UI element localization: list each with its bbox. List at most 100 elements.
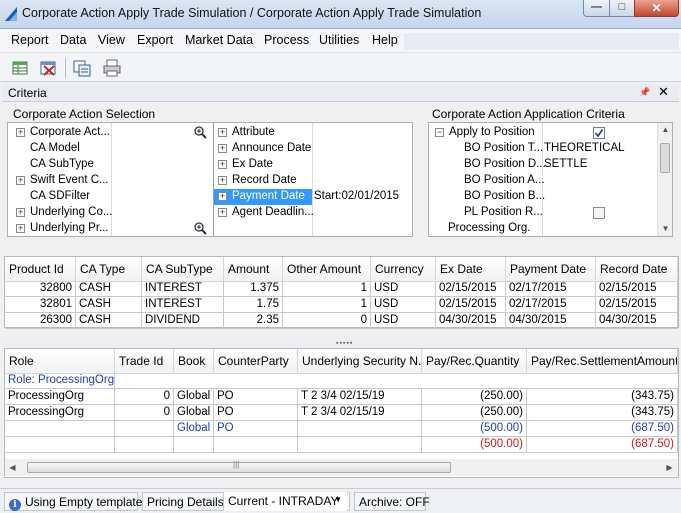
table-cell[interactable]: INTEREST [142,297,224,313]
menu-utilities[interactable]: Utilities [319,33,359,47]
ca-row-swift-event[interactable]: + Swift Event C... [8,173,213,189]
chevron-down-icon[interactable]: ▼ [334,495,342,504]
table-cell[interactable]: USD [371,281,436,297]
col-header[interactable]: CounterParty [214,349,298,374]
app-row-bo-position-type[interactable]: BO Position T... THEORETICAL [429,141,654,157]
app-row-apply-to-position[interactable]: − Apply to Position [429,125,654,141]
ca-row-ca-sdfilter[interactable]: CA SDFilter [8,189,213,205]
ca-row-ca-model[interactable]: CA Model [8,141,213,157]
load-template-icon[interactable] [10,58,30,78]
table-cell[interactable]: CASH [76,281,142,297]
table-cell[interactable]: 02/15/2015 [596,281,678,297]
table-cell[interactable]: 2.35 [224,313,283,329]
print-icon[interactable] [102,58,122,78]
table-cell[interactable]: T 2 3/4 02/15/19 [298,389,422,405]
scroll-down-icon[interactable]: ▼ [658,222,673,236]
table-cell[interactable]: 0 [115,389,174,405]
apply-to-position-checkbox[interactable] [593,127,605,139]
expand-icon[interactable]: + [218,176,227,185]
table-cell[interactable]: PO [214,405,298,421]
pin-icon[interactable]: 📌 [639,87,650,98]
menu-data[interactable]: Data [60,33,86,47]
table-cell[interactable]: 04/30/2015 [596,313,678,329]
subtotal-cell[interactable]: Global [174,421,214,437]
menu-export[interactable]: Export [137,33,173,47]
expand-icon[interactable]: + [16,224,25,233]
col-header[interactable]: Product Id [5,257,76,282]
payment-date-value[interactable]: Start:02/01/2015 [314,190,399,202]
app-row-processing-org[interactable]: Processing Org. [429,221,654,237]
row-value[interactable]: SETTLE [544,158,587,170]
scroll-left-icon[interactable]: ◀ [5,459,20,476]
table-cell[interactable]: 02/15/2015 [596,297,678,313]
maximize-button[interactable]: □ [609,0,635,17]
table-cell[interactable]: 1 [283,281,371,297]
menu-process[interactable]: Process [264,33,309,47]
expand-icon[interactable]: + [16,176,25,185]
col-header[interactable]: Payment Date [506,257,596,282]
subtotal-cell[interactable]: (500.00) [422,421,527,437]
col-header[interactable]: Pay/Rec.Quantity [422,349,527,374]
col-header[interactable]: Book [174,349,214,374]
table-cell[interactable]: 1 [283,297,371,313]
app-vertical-scrollbar[interactable]: ▲ ▼ [657,123,672,236]
table-cell[interactable]: 32800 [5,281,76,297]
table-cell[interactable]: USD [371,313,436,329]
row-value[interactable]: THEORETICAL [544,142,625,154]
table-cell[interactable]: (343.75) [527,405,678,421]
pl-position-checkbox[interactable] [593,207,605,219]
subtotal-cell[interactable]: (687.50) [527,421,678,437]
app-row-bo-position-b[interactable]: BO Position B... [429,189,654,205]
table-cell[interactable]: CASH [76,297,142,313]
expand-icon[interactable]: + [218,208,227,217]
ca-row-announce-date[interactable]: + Announce Date [214,141,412,157]
table-cell[interactable]: (250.00) [422,405,527,421]
table-cell[interactable]: ProcessingOrg [5,389,115,405]
pricing-dropdown[interactable]: Current - INTRADAY ▼ [223,492,347,511]
ca-row-ca-subtype[interactable]: CA SubType [8,157,213,173]
splitter-grip-icon[interactable]: ▪▪▪▪▪ [336,340,353,347]
table-cell[interactable]: INTEREST [142,281,224,297]
table-cell[interactable]: 02/15/2015 [436,281,506,297]
menu-report[interactable]: Report [11,33,49,47]
col-header[interactable]: Currency [371,257,436,282]
expand-icon[interactable]: + [218,160,227,169]
table-cell[interactable]: 02/17/2015 [506,297,596,313]
col-header[interactable]: Role [5,349,115,374]
total-cell[interactable]: (500.00) [422,437,527,453]
menu-market-data[interactable]: Market Data [185,33,253,47]
trade-horizontal-scrollbar[interactable]: ◀ ||| ▶ [5,459,678,476]
col-header[interactable]: Amount [224,257,283,282]
table-cell[interactable]: 04/30/2015 [436,313,506,329]
col-header[interactable]: Ex Date [436,257,506,282]
col-header[interactable]: CA SubType [142,257,224,282]
delete-icon[interactable] [38,58,58,78]
scroll-thumb[interactable]: ||| [27,460,451,473]
close-window-button[interactable]: ✕ [634,0,679,17]
col-header[interactable]: Underlying Security N... [298,349,422,374]
expand-icon[interactable]: + [218,144,227,153]
ca-row-agent-deadline[interactable]: + Agent Deadlin... [214,205,412,221]
total-cell[interactable]: (687.50) [527,437,678,453]
app-row-bo-position-a[interactable]: BO Position A... [429,173,654,189]
col-header[interactable]: Record Date [596,257,678,282]
expand-icon[interactable]: + [16,208,25,217]
table-cell[interactable]: PO [214,389,298,405]
table-cell[interactable]: 32801 [5,297,76,313]
scroll-thumb[interactable] [660,143,670,173]
subtotal-cell[interactable]: PO [214,421,298,437]
menu-help[interactable]: Help [372,33,398,47]
table-cell[interactable]: DIVIDEND [142,313,224,329]
table-splitter[interactable]: ▪▪▪▪▪ [2,337,679,347]
copy-icon[interactable] [72,58,92,78]
table-cell[interactable]: 0 [283,313,371,329]
app-row-pl-position[interactable]: PL Position R... [429,205,654,221]
table-cell[interactable]: USD [371,297,436,313]
expand-icon[interactable]: + [16,128,25,137]
ca-row-ex-date[interactable]: + Ex Date [214,157,412,173]
col-header[interactable]: Trade Id [115,349,174,374]
menu-view[interactable]: View [98,33,125,47]
table-cell[interactable]: ProcessingOrg [5,405,115,421]
expand-icon[interactable]: + [218,192,227,201]
ca-row-underlying-pr[interactable]: + Underlying Pr... [8,221,213,237]
